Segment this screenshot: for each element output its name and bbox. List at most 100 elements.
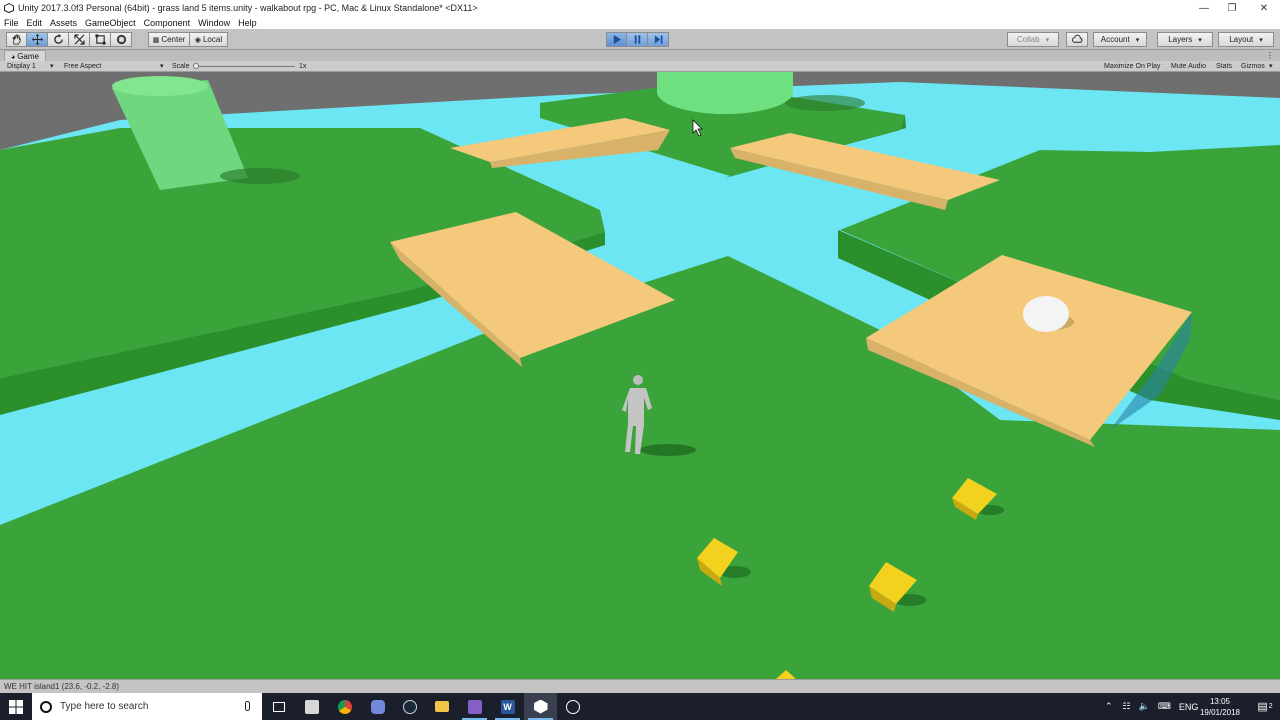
gizmos-dropdown-arrow[interactable]: ▾ [1269, 61, 1273, 72]
game-view-toolbar: Display 1 ▾ Free Aspect ▾ Scale 1x Maxim… [0, 61, 1280, 72]
tab-menu-icon[interactable]: ⋮ [1266, 50, 1274, 61]
taskbar-clock[interactable]: 13:05 19/01/2018 [1196, 696, 1244, 718]
step-icon[interactable] [648, 32, 669, 47]
pivot-icon: ▦ [152, 36, 160, 44]
mute-audio-toggle[interactable]: Mute Audio [1171, 61, 1206, 72]
space-local-label: Local [202, 35, 223, 44]
start-button[interactable] [0, 693, 32, 720]
restore-icon[interactable]: ❐ [1216, 0, 1248, 16]
scale-value: 1x [299, 63, 307, 70]
network-icon[interactable]: ☷ [1123, 701, 1131, 712]
account-dropdown[interactable]: Account [1093, 32, 1147, 47]
space-local-button[interactable]: ◉ Local [190, 32, 228, 47]
cloud-icon[interactable] [1066, 32, 1088, 47]
scale-tool-icon[interactable] [69, 32, 90, 47]
game-tab-label: Game [17, 52, 39, 61]
clock-date: 19/01/2018 [1199, 708, 1241, 717]
game-viewport[interactable] [0, 72, 1280, 679]
collab-group: Collab [1007, 32, 1059, 47]
pivot-toggles: ▦ Center ◉ Local [148, 32, 228, 47]
task-view-icon[interactable] [262, 693, 295, 720]
volume-icon[interactable]: 🔈 [1139, 701, 1150, 712]
menu-window[interactable]: Window [198, 18, 230, 28]
local-icon: ◉ [194, 36, 201, 44]
system-tray: ⌃ ☷ 🔈 ⌨ ENG [1105, 693, 1198, 720]
scale-slider-track[interactable] [195, 66, 295, 67]
collab-label: Collab [1016, 35, 1040, 44]
layout-label: Layout [1229, 35, 1254, 44]
visual-studio-icon[interactable] [458, 693, 491, 720]
layers-group: Layers [1157, 32, 1213, 47]
pivot-center-label: Center [161, 35, 186, 44]
account-label: Account [1100, 35, 1130, 44]
menu-gameobject[interactable]: GameObject [85, 18, 136, 28]
game-scene[interactable] [0, 72, 1280, 679]
tab-game[interactable]: ◕ Game [4, 50, 46, 61]
transform-tools [6, 32, 132, 47]
notification-icon: ▤ [1257, 701, 1268, 713]
taskbar-search-box[interactable]: Type here to search [32, 693, 262, 720]
maximize-on-play-toggle[interactable]: Maximize On Play [1104, 61, 1160, 72]
rotate-tool-icon[interactable] [48, 32, 69, 47]
file-explorer-icon[interactable] [425, 693, 458, 720]
play-icon[interactable] [606, 32, 627, 47]
left-cylinder-top [112, 76, 208, 96]
display-dropdown-arrow[interactable]: ▾ [50, 61, 54, 72]
clock-time: 13:05 [1209, 697, 1231, 706]
menu-bar: File Edit Assets GameObject Component Wi… [0, 16, 1280, 29]
file-manager-icon[interactable] [295, 693, 328, 720]
pause-icon[interactable] [627, 32, 648, 47]
menu-component[interactable]: Component [144, 18, 191, 28]
display-dropdown[interactable]: Display 1 [7, 61, 36, 72]
unity-app-icon [4, 3, 14, 13]
far-cylinder-shadow [785, 95, 865, 111]
console-last-message: WE HIT island1 (23.6, -0.2, -2.8) [4, 682, 120, 691]
playback-controls [606, 32, 669, 47]
far-cylinder-body [657, 72, 793, 92]
stats-toggle[interactable]: Stats [1216, 61, 1232, 72]
rect-tool-icon[interactable] [90, 32, 111, 47]
notification-count: 2 [1268, 703, 1273, 710]
cloud-group [1066, 32, 1088, 47]
left-cylinder-shadow [220, 168, 300, 184]
window-title: Unity 2017.3.0f3 Personal (64bit) - gras… [18, 3, 478, 13]
unity-hub-icon[interactable] [556, 693, 589, 720]
console-status-bar[interactable]: WE HIT island1 (23.6, -0.2, -2.8) [0, 679, 1280, 693]
chrome-icon[interactable] [328, 693, 361, 720]
main-toolbar: ▦ Center ◉ Local Collab Account [0, 29, 1280, 50]
windows-taskbar: Type here to search W ⌃ ☷ 🔈 ⌨ ENG 13:05 … [0, 693, 1280, 720]
menu-edit[interactable]: Edit [27, 18, 43, 28]
cortana-icon [40, 700, 52, 713]
pivot-center-button[interactable]: ▦ Center [148, 32, 190, 47]
microphone-icon[interactable] [245, 701, 250, 711]
menu-assets[interactable]: Assets [50, 18, 77, 28]
menu-help[interactable]: Help [238, 18, 257, 28]
player-shadow [640, 444, 696, 456]
unity-icon[interactable] [524, 693, 557, 720]
move-tool-icon[interactable] [27, 32, 48, 47]
action-center-icon[interactable]: ▤ 2 [1252, 693, 1278, 720]
white-ball [1023, 296, 1069, 332]
collab-button[interactable]: Collab [1007, 32, 1059, 47]
menu-file[interactable]: File [4, 18, 19, 28]
layers-dropdown[interactable]: Layers [1157, 32, 1213, 47]
layout-dropdown[interactable]: Layout [1218, 32, 1274, 47]
search-placeholder: Type here to search [60, 701, 149, 712]
scale-slider-thumb[interactable] [193, 63, 199, 69]
show-hidden-icons-icon[interactable]: ⌃ [1105, 701, 1113, 712]
keyboard-icon[interactable]: ⌨ [1158, 701, 1171, 712]
transform-tool-icon[interactable] [111, 32, 132, 47]
windows-logo-icon [9, 699, 23, 714]
steam-icon[interactable] [393, 693, 426, 720]
aspect-dropdown[interactable]: Free Aspect [64, 61, 101, 72]
layout-group: Layout [1218, 32, 1274, 47]
game-tab-bar: ◕ Game ⋮ [0, 50, 1280, 61]
discord-icon[interactable] [361, 693, 394, 720]
aspect-dropdown-arrow[interactable]: ▾ [160, 61, 164, 72]
hand-tool-icon[interactable] [6, 32, 27, 47]
gizmos-dropdown[interactable]: Gizmos [1241, 61, 1265, 72]
scale-label: Scale [172, 63, 190, 70]
account-group: Account [1093, 32, 1147, 47]
word-icon[interactable]: W [491, 693, 524, 720]
close-icon[interactable]: ✕ [1248, 0, 1280, 16]
